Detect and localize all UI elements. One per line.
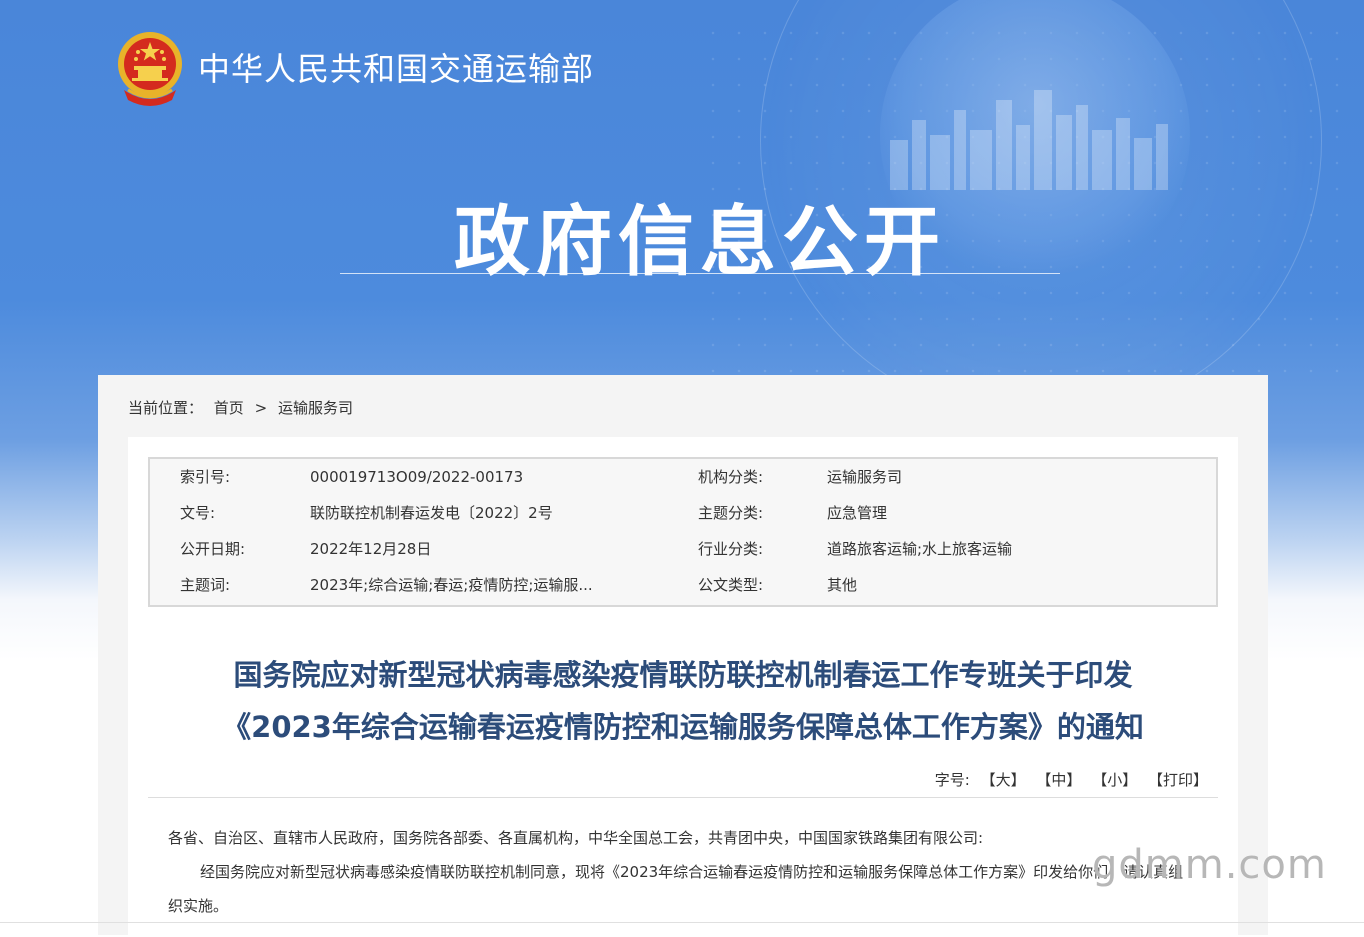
meta-value: 道路旅客运输;水上旅客运输 — [827, 540, 1013, 558]
metadata-row: 主题词: 2023年;综合运输;春运;疫情防控;运输服... 公文类型: 其他 — [150, 567, 1216, 603]
meta-label: 索引号: — [180, 468, 231, 486]
breadcrumb-separator: > — [254, 399, 268, 417]
recipients-paragraph: 各省、自治区、直辖市人民政府，国务院各部委、各直属机构，中华全国总工会，共青团中… — [168, 829, 984, 847]
print-button[interactable]: 【打印】 — [1148, 769, 1208, 790]
meta-value: 2022年12月28日 — [310, 540, 432, 558]
body-paragraph: 经国务院应对新型冠状病毒感染疫情联防联控机制同意，现将《2023年综合运输春运疫… — [168, 863, 1184, 915]
meta-label: 文号: — [180, 504, 216, 522]
national-emblem-icon — [118, 32, 182, 106]
meta-label: 主题词: — [180, 576, 231, 594]
document-title: 国务院应对新型冠状病毒感染疫情联防联控机制春运工作专班关于印发 《2023年综合… — [128, 649, 1238, 753]
font-size-toolbar: 字号: 【大】 【中】 【小】 【打印】 — [929, 769, 1208, 790]
metadata-table: 索引号: 000019713O09/2022-00173 机构分类: 运输服务司… — [148, 457, 1218, 607]
breadcrumb-home-link[interactable]: 首页 — [214, 397, 244, 418]
title-underline — [340, 273, 1060, 274]
meta-label: 机构分类: — [698, 468, 764, 486]
content-divider — [148, 797, 1218, 798]
breadcrumb: 当前位置： 首页 > 运输服务司 — [128, 397, 353, 418]
meta-value: 联防联控机制春运发电〔2022〕2号 — [310, 504, 553, 522]
font-large-button[interactable]: 【大】 — [981, 769, 1026, 790]
watermark: gdmm.com — [1092, 842, 1327, 888]
breadcrumb-current-link[interactable]: 运输服务司 — [278, 397, 353, 418]
meta-value: 000019713O09/2022-00173 — [310, 468, 524, 486]
breadcrumb-label: 当前位置： — [128, 399, 204, 417]
meta-label: 公开日期: — [180, 540, 246, 558]
font-small-button[interactable]: 【小】 — [1092, 769, 1137, 790]
metadata-row: 公开日期: 2022年12月28日 行业分类: 道路旅客运输;水上旅客运输 — [150, 531, 1216, 567]
font-size-label: 字号: — [934, 771, 970, 789]
bottom-border — [0, 922, 1364, 923]
meta-value: 其他 — [827, 576, 858, 594]
meta-label: 公文类型: — [698, 576, 764, 594]
document-body: 各省、自治区、直辖市人民政府，国务院各部委、各直属机构，中华全国总工会，共青团中… — [168, 821, 1198, 923]
meta-value: 2023年;综合运输;春运;疫情防控;运输服... — [310, 576, 593, 594]
metadata-row: 索引号: 000019713O09/2022-00173 机构分类: 运输服务司 — [150, 459, 1216, 495]
font-medium-button[interactable]: 【中】 — [1036, 769, 1081, 790]
meta-value: 运输服务司 — [827, 468, 903, 486]
meta-label: 行业分类: — [698, 540, 764, 558]
city-skyline-icon — [890, 90, 1168, 190]
meta-value: 应急管理 — [827, 504, 888, 522]
document-card: 索引号: 000019713O09/2022-00173 机构分类: 运输服务司… — [128, 437, 1238, 937]
meta-label: 主题分类: — [698, 504, 764, 522]
site-title[interactable]: 中华人民共和国交通运输部 — [198, 44, 594, 90]
metadata-row: 文号: 联防联控机制春运发电〔2022〕2号 主题分类: 应急管理 — [150, 495, 1216, 531]
document-title-line2: 《2023年综合运输春运疫情防控和运输服务保障总体工作方案》的通知 — [222, 710, 1144, 744]
document-title-line1: 国务院应对新型冠状病毒感染疫情联防联控机制春运工作专班关于印发 — [233, 658, 1133, 692]
